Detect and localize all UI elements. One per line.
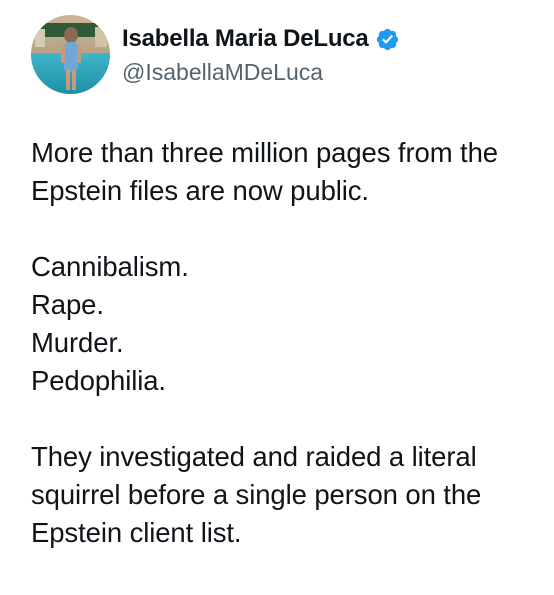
avatar-photo-icon xyxy=(31,14,110,94)
tweet-line: More than three million pages from the xyxy=(31,137,498,168)
tweet-line: Pedophilia. xyxy=(31,365,166,396)
tweet-paragraph-2: Cannibalism. Rape. Murder. Pedophilia. xyxy=(31,248,546,400)
name-row: Isabella Maria DeLuca xyxy=(122,22,400,56)
tweet-line: Murder. xyxy=(31,327,124,358)
tweet-header: Isabella Maria DeLuca @IsabellaMDeLuca xyxy=(31,13,400,95)
author-display-name[interactable]: Isabella Maria DeLuca xyxy=(122,25,369,53)
tweet-card: Isabella Maria DeLuca @IsabellaMDeLuca M… xyxy=(0,0,554,595)
author-identity: Isabella Maria DeLuca @IsabellaMDeLuca xyxy=(122,22,400,86)
tweet-paragraph-1: More than three million pages from the E… xyxy=(31,134,546,210)
avatar[interactable] xyxy=(31,14,110,94)
tweet-line: Epstein client list. xyxy=(31,517,242,548)
tweet-line: Rape. xyxy=(31,289,104,320)
tweet-paragraph-3: They investigated and raided a literal s… xyxy=(31,438,546,552)
tweet-line: squirrel before a single person on the xyxy=(31,479,482,510)
tweet-line: Epstein files are now public. xyxy=(31,175,369,206)
tweet-line: Cannibalism. xyxy=(31,251,189,282)
verified-badge-icon xyxy=(375,27,400,52)
author-handle[interactable]: @IsabellaMDeLuca xyxy=(122,59,400,86)
tweet-line: They investigated and raided a literal xyxy=(31,441,477,472)
tweet-text: More than three million pages from the E… xyxy=(31,134,546,552)
